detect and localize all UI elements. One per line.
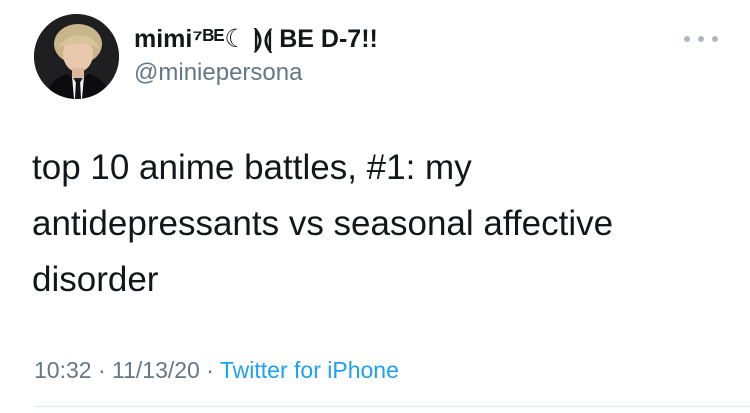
user-handle[interactable]: @miniepersona (134, 58, 302, 88)
tweet-date: 11/13/20 (112, 357, 200, 383)
meta-separator: · (97, 357, 106, 383)
meta-separator: · (206, 357, 214, 383)
dot (684, 36, 690, 42)
tweet-meta: 10:32 · 11/13/20 · Twitter for iPhone (34, 355, 399, 385)
avatar-image (34, 14, 119, 99)
display-name[interactable]: mimi⁷ᴮᴱ☾ ⟭⟬ BE D-7!! (134, 23, 378, 55)
dot (712, 36, 718, 42)
tweet-source-link[interactable]: Twitter for iPhone (220, 357, 399, 383)
divider (34, 406, 750, 407)
tweet-text: top 10 anime battles, #1: my antidepress… (32, 148, 614, 299)
avatar[interactable] (34, 14, 119, 99)
more-options-icon[interactable] (684, 30, 718, 48)
dot (698, 36, 704, 42)
tweet-card: mimi⁷ᴮᴱ☾ ⟭⟬ BE D-7!! @miniepersona top 1… (0, 0, 750, 413)
tweet-time: 10:32 (34, 357, 92, 383)
